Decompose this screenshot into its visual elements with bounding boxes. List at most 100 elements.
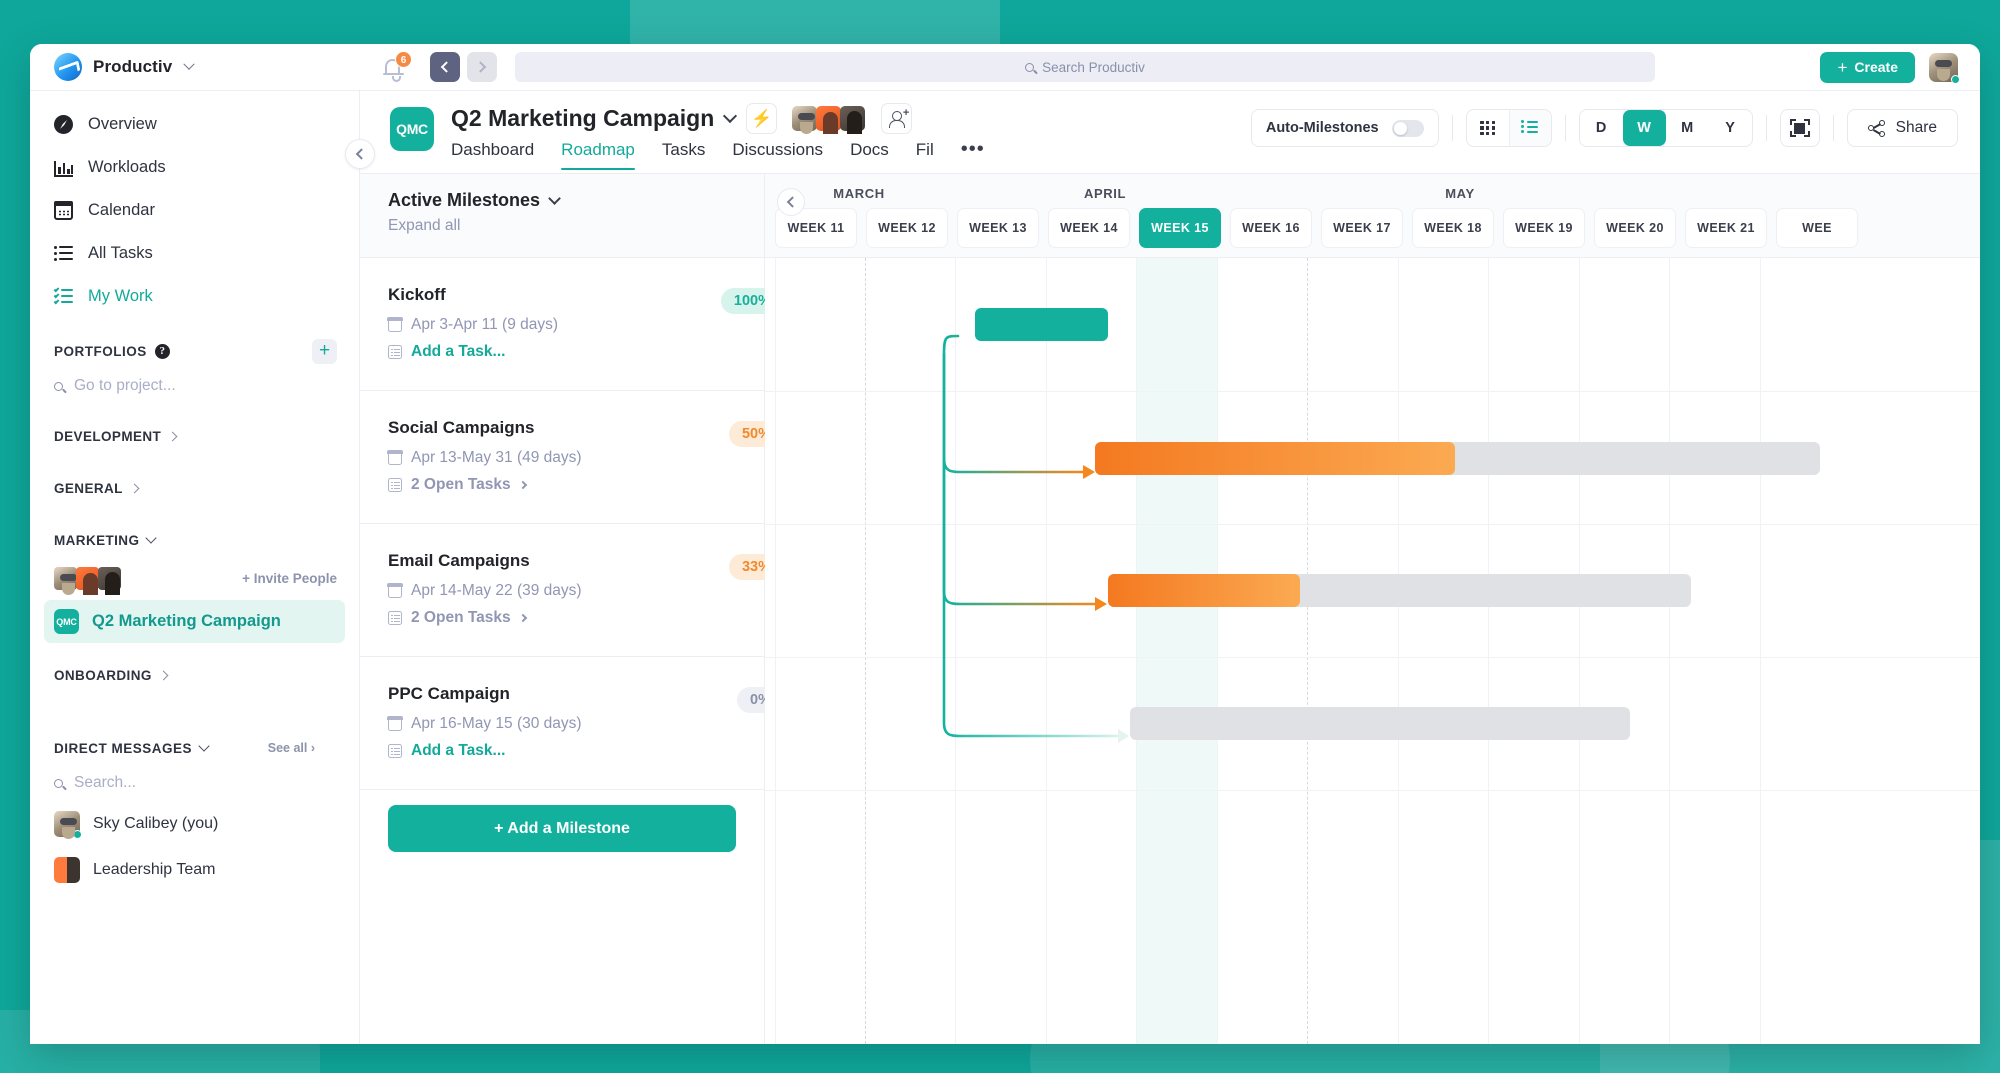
sidebar-item-overview[interactable]: Overview <box>30 103 359 146</box>
week-cell[interactable]: WEEK 21 <box>1685 208 1767 248</box>
search-icon <box>54 779 63 788</box>
week-cell[interactable]: WEEK 13 <box>957 208 1039 248</box>
avatar[interactable] <box>76 567 99 590</box>
week-cell[interactable]: WEEK 18 <box>1412 208 1494 248</box>
fit-to-screen-button[interactable] <box>1780 109 1820 147</box>
timeline-scroll-left-button[interactable] <box>777 188 805 216</box>
gantt-bar-email-campaigns[interactable] <box>1108 574 1300 607</box>
milestone-open-tasks-link[interactable]: 2 Open Tasks <box>388 609 764 627</box>
gantt-track-ppc-campaign[interactable] <box>1130 707 1630 740</box>
sidebar-group-development[interactable]: DEVELOPMENT <box>30 416 359 456</box>
automations-button[interactable]: ⚡ <box>746 103 777 134</box>
week-cell[interactable]: WEEK 20 <box>1594 208 1676 248</box>
compass-icon <box>54 115 73 134</box>
sidebar-item-my-work[interactable]: My Work <box>30 275 359 318</box>
month-label: MAY <box>1445 186 1475 201</box>
toggle-switch[interactable] <box>1392 120 1424 137</box>
milestone-open-tasks-link[interactable]: 2 Open Tasks <box>388 476 764 494</box>
list-view-button[interactable] <box>1509 110 1551 146</box>
milestone-row-email-campaigns[interactable]: Email Campaigns Apr 14-May 22 (39 days) … <box>360 524 764 657</box>
month-label: APRIL <box>1084 186 1126 201</box>
tab-tasks[interactable]: Tasks <box>662 140 705 170</box>
dm-item-sky-calibey[interactable]: Sky Calibey (you) <box>30 801 359 847</box>
project-badge: QMC <box>54 609 79 634</box>
help-icon[interactable]: ? <box>155 344 170 359</box>
create-button[interactable]: + Create <box>1820 52 1915 83</box>
chevron-right-icon <box>518 481 526 489</box>
avatar[interactable] <box>840 106 865 131</box>
chevron-down-icon[interactable] <box>184 59 195 70</box>
sidebar-item-label: Calendar <box>88 201 155 220</box>
week-cell[interactable]: WEEK 16 <box>1230 208 1312 248</box>
milestone-link-text: Add a Task... <box>411 343 505 361</box>
week-cell[interactable]: WEEK 12 <box>866 208 948 248</box>
tab-docs[interactable]: Docs <box>850 140 889 170</box>
tab-roadmap[interactable]: Roadmap <box>561 140 635 170</box>
more-tabs-button[interactable]: ••• <box>961 140 985 170</box>
invite-people-link[interactable]: + Invite People <box>242 571 337 586</box>
week-cell[interactable]: WEEK 14 <box>1048 208 1130 248</box>
week-cell[interactable]: WEE <box>1776 208 1858 248</box>
grid-view-button[interactable] <box>1467 110 1509 146</box>
tab-files[interactable]: Fil <box>916 140 934 170</box>
milestone-add-task-link[interactable]: Add a Task... <box>388 742 764 760</box>
add-member-button[interactable]: + <box>881 103 912 134</box>
week-cell[interactable]: WEEK 17 <box>1321 208 1403 248</box>
productiv-logo-icon <box>54 53 82 81</box>
share-button[interactable]: Share <box>1847 109 1958 147</box>
nav-forward-button[interactable] <box>467 52 497 82</box>
sidebar-group-marketing[interactable]: MARKETING <box>30 520 359 560</box>
user-avatar[interactable] <box>1929 53 1958 82</box>
milestone-row-social-campaigns[interactable]: Social Campaigns Apr 13-May 31 (49 days)… <box>360 391 764 524</box>
zoom-day-button[interactable]: D <box>1580 110 1623 146</box>
zoom-level-switch: D W M Y <box>1579 109 1753 147</box>
avatar[interactable] <box>816 106 841 131</box>
milestone-row-kickoff[interactable]: Kickoff Apr 3-Apr 11 (9 days) Add a Task… <box>360 258 764 391</box>
add-portfolio-button[interactable]: + <box>312 339 337 364</box>
gantt-track-social-campaigns[interactable] <box>1095 442 1820 475</box>
row-separator <box>765 657 1980 658</box>
grid-line-month <box>1307 258 1308 1044</box>
tab-discussions[interactable]: Discussions <box>732 140 823 170</box>
online-status-dot <box>1951 75 1960 84</box>
dm-search-input[interactable]: Search... <box>30 765 359 801</box>
zoom-month-button[interactable]: M <box>1666 110 1709 146</box>
gantt-track-email-campaigns[interactable] <box>1108 574 1691 607</box>
notifications-button[interactable]: 6 <box>382 52 408 82</box>
week-cell-current[interactable]: WEEK 15 <box>1139 208 1221 248</box>
see-all-link[interactable]: See all › <box>268 741 315 755</box>
sidebar-group-onboarding[interactable]: ONBOARDING <box>30 655 359 695</box>
sidebar-group-general[interactable]: GENERAL <box>30 468 359 508</box>
dm-item-leadership-team[interactable]: Leadership Team <box>30 847 359 893</box>
week-cell[interactable]: WEEK 19 <box>1503 208 1585 248</box>
sidebar-item-all-tasks[interactable]: All Tasks <box>30 232 359 275</box>
sidebar-project-q2-marketing-campaign[interactable]: QMC Q2 Marketing Campaign <box>44 600 345 643</box>
collapse-sidebar-button[interactable] <box>345 139 375 169</box>
avatar[interactable] <box>54 567 77 590</box>
expand-all-link[interactable]: Expand all <box>388 217 764 235</box>
list-icon <box>1521 119 1540 138</box>
brand[interactable]: Productiv <box>30 44 360 90</box>
zoom-year-button[interactable]: Y <box>1709 110 1752 146</box>
avatar[interactable] <box>792 106 817 131</box>
global-search-input[interactable]: Search Productiv <box>515 52 1655 82</box>
chevron-down-icon[interactable] <box>723 109 737 123</box>
milestone-add-task-link[interactable]: Add a Task... <box>388 343 764 361</box>
project-search-input[interactable]: Go to project... <box>30 368 359 404</box>
gantt-bar-kickoff[interactable] <box>975 308 1108 341</box>
tab-dashboard[interactable]: Dashboard <box>451 140 534 170</box>
milestone-row-ppc-campaign[interactable]: PPC Campaign Apr 16-May 15 (30 days) Add… <box>360 657 764 790</box>
group-label: DEVELOPMENT <box>54 429 161 444</box>
auto-milestones-toggle[interactable]: Auto-Milestones <box>1251 109 1439 147</box>
task-icon <box>388 611 402 625</box>
chevron-down-icon[interactable] <box>198 740 209 751</box>
add-milestone-button[interactable]: + Add a Milestone <box>388 805 736 852</box>
zoom-week-button[interactable]: W <box>1623 110 1666 146</box>
nav-back-button[interactable] <box>430 52 460 82</box>
active-milestones-header[interactable]: Active Milestones <box>388 190 764 211</box>
milestone-dates-text: Apr 13-May 31 (49 days) <box>411 449 582 467</box>
gantt-bar-social-campaigns[interactable] <box>1095 442 1455 475</box>
avatar[interactable] <box>98 567 121 590</box>
sidebar-item-calendar[interactable]: Calendar <box>30 189 359 232</box>
sidebar-item-workloads[interactable]: Workloads <box>30 146 359 189</box>
